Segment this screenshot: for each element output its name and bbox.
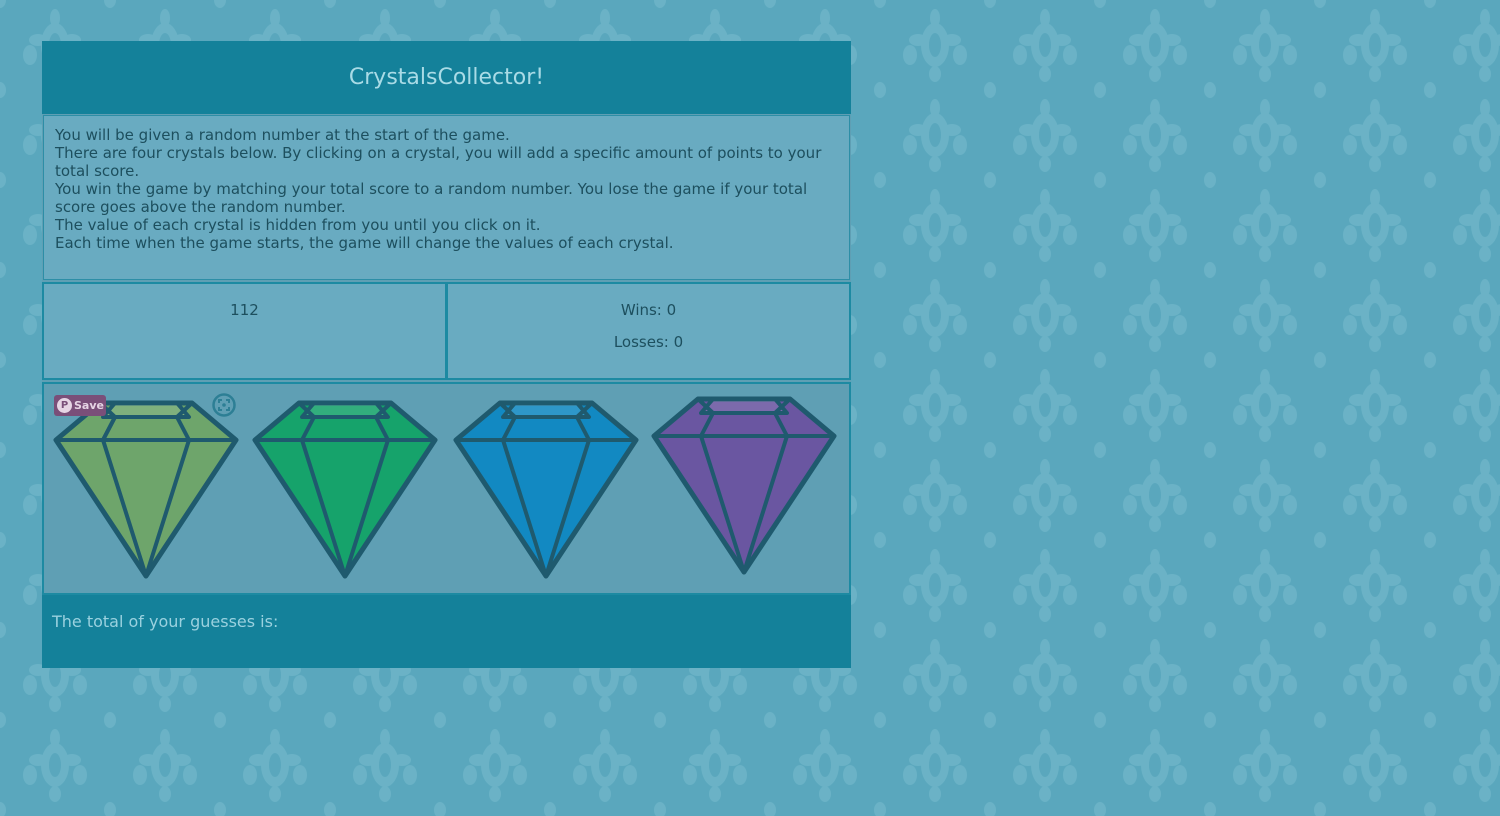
blue-crystal-button[interactable] — [453, 400, 639, 580]
purple-crystal-icon — [651, 396, 837, 575]
instruction-line: Each time when the game starts, the game… — [55, 234, 674, 252]
blue-crystal-icon — [453, 400, 639, 579]
visual-search-icon[interactable] — [212, 393, 236, 417]
pinterest-save-button[interactable]: P Save — [54, 395, 106, 416]
game-title: CrystalsCollector! — [42, 41, 851, 114]
total-guesses-label: The total of your guesses is: — [52, 612, 279, 631]
crystal-shape — [252, 400, 438, 579]
instruction-line: You will be given a random number at the… — [55, 126, 510, 144]
record-panel: Wins: 0 Losses: 0 — [446, 282, 851, 380]
emerald-crystal-button[interactable] — [252, 400, 438, 580]
instructions-panel: You will be given a random number at the… — [43, 115, 850, 280]
instruction-line: There are four crystals below. By clicki… — [55, 144, 822, 180]
instruction-line: The value of each crystal is hidden from… — [55, 216, 541, 234]
game-container: CrystalsCollector! You will be given a r… — [42, 41, 851, 668]
emerald-crystal-icon — [252, 400, 438, 579]
green-crystal-button[interactable] — [53, 400, 239, 580]
total-guesses-bar: The total of your guesses is: — [42, 595, 851, 668]
instruction-line: You win the game by matching your total … — [55, 180, 808, 216]
crystal-shape — [453, 400, 639, 579]
green-crystal-icon — [53, 400, 239, 579]
purple-crystal-button[interactable] — [651, 396, 837, 576]
wins-count: Wins: 0 — [620, 301, 677, 319]
crystals-panel: P Save — [42, 382, 851, 595]
pinterest-icon: P — [57, 398, 72, 413]
losses-count: Losses: 0 — [613, 333, 684, 351]
crystal-shape — [53, 400, 239, 579]
target-number-panel: 112 — [42, 282, 447, 380]
scoreboard-row: 112 Wins: 0 Losses: 0 — [42, 282, 851, 382]
target-number: 112 — [230, 301, 259, 319]
crystal-shape — [651, 396, 837, 575]
pinterest-save-label: Save — [74, 399, 104, 412]
